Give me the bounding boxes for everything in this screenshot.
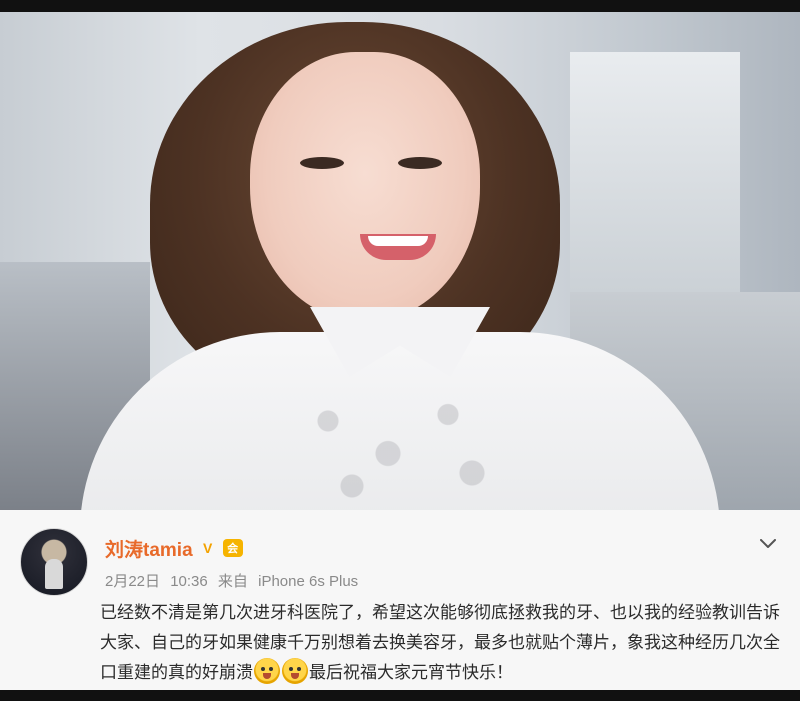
post-source-prefix: 来自 xyxy=(217,573,248,590)
username-row: 刘涛tamia V 会 xyxy=(105,535,243,561)
teeth xyxy=(368,236,428,246)
post-source-device[interactable]: iPhone 6s Plus xyxy=(258,573,358,590)
verified-badge-icon: V xyxy=(202,540,213,556)
post-meta: 2月22日 10:36 来自 iPhone 6s Plus xyxy=(105,570,364,591)
username[interactable]: 刘涛tamia xyxy=(105,535,193,562)
bottom-border xyxy=(0,690,800,701)
weibo-post-card: 刘涛tamia V 会 2月22日 10:36 来自 iPhone 6s Plu… xyxy=(0,510,800,690)
member-badge-icon: 会 xyxy=(222,539,243,557)
avatar-figure xyxy=(45,559,63,589)
chevron-down-icon[interactable] xyxy=(756,532,780,556)
post-photo[interactable] xyxy=(0,12,800,510)
left-eye xyxy=(300,157,344,169)
avatar[interactable] xyxy=(20,528,88,596)
lace-pattern xyxy=(280,382,520,510)
background-window xyxy=(570,52,740,292)
post-content: 已经数不清是第几次进牙科医院了，希望这次能够彻底拯救我的牙、也以我的经验教训告诉… xyxy=(100,598,780,688)
right-eye xyxy=(398,157,442,169)
post-date: 2月22日 xyxy=(105,573,161,590)
screenshot-frame: 刘涛tamia V 会 2月22日 10:36 来自 iPhone 6s Plu… xyxy=(0,0,800,701)
crying-face-emoji-icon xyxy=(282,658,308,684)
post-time: 10:36 xyxy=(170,573,208,590)
crying-face-emoji-icon xyxy=(254,658,280,684)
face xyxy=(250,52,480,322)
post-text-part2: 最后祝福大家元宵节快乐！ xyxy=(309,663,513,683)
